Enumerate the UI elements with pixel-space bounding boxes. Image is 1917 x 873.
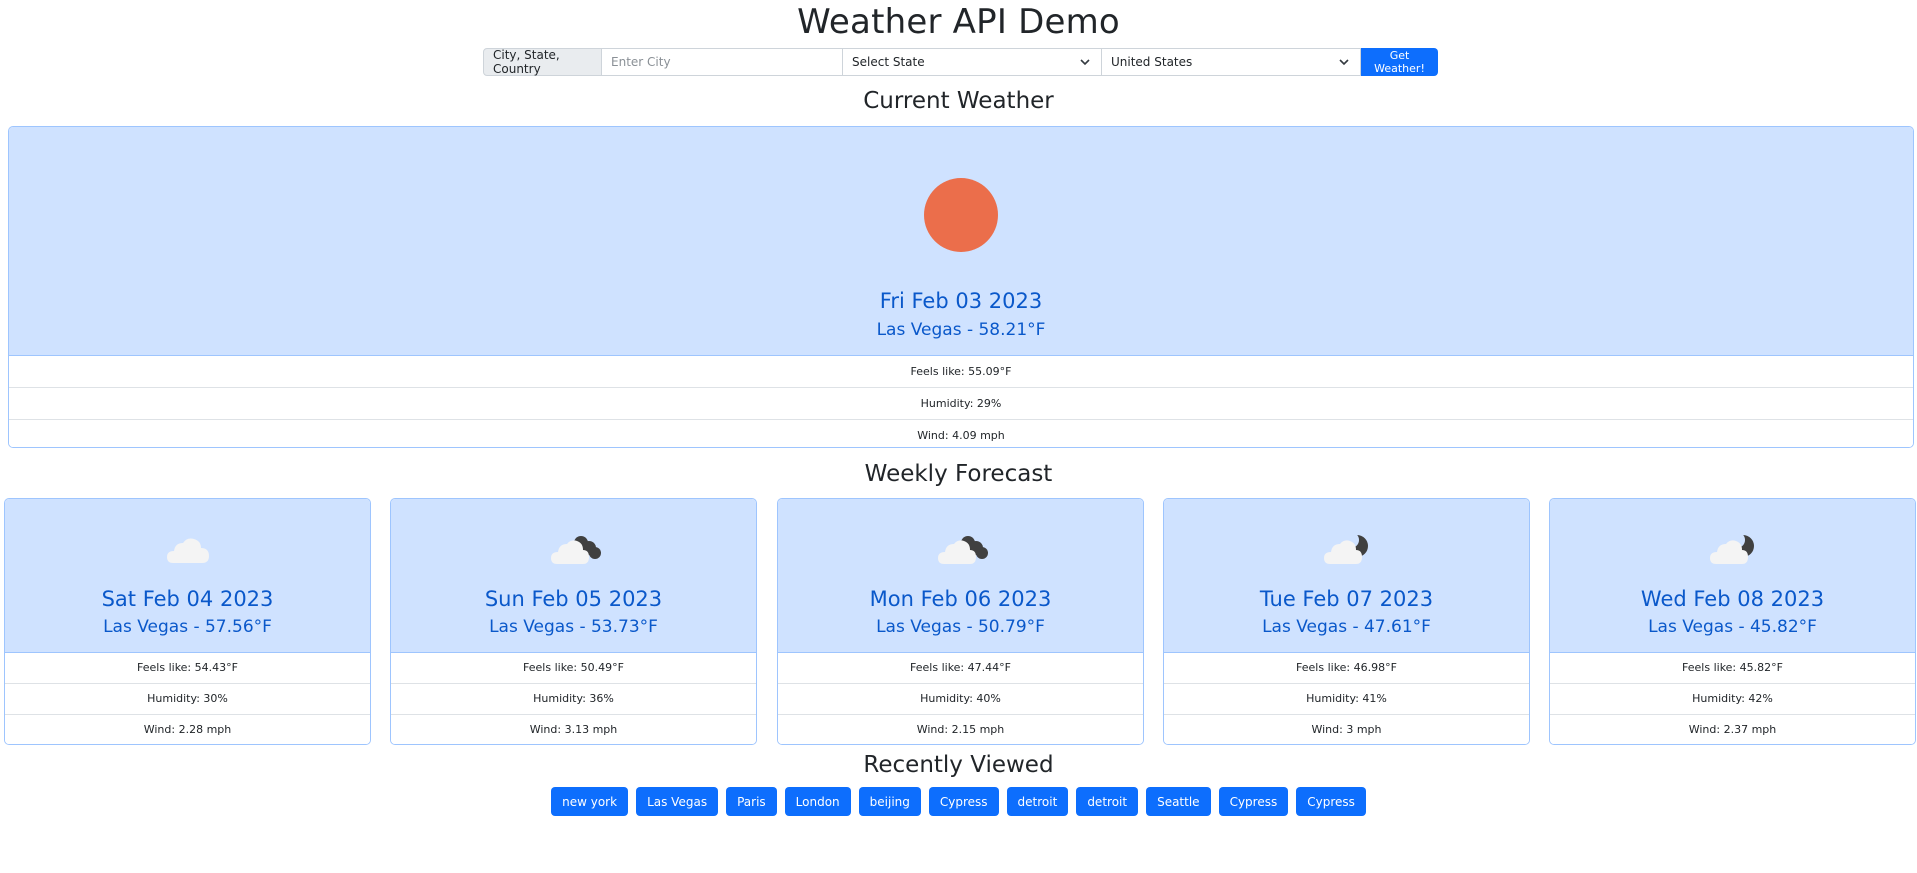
forecast-card: Wed Feb 08 2023 Las Vegas - 45.82°F Feel… <box>1549 498 1916 745</box>
forecast-card: Tue Feb 07 2023 Las Vegas - 47.61°F Feel… <box>1163 498 1530 745</box>
recent-city-button[interactable]: London <box>784 787 851 816</box>
recently-viewed-heading: Recently Viewed <box>863 752 1054 778</box>
current-humidity: Humidity: 29% <box>9 388 1913 420</box>
current-date: Fri Feb 03 2023 <box>879 289 1043 313</box>
page-title: Weather API Demo <box>797 2 1120 42</box>
forecast-wind: Wind: 2.37 mph <box>1550 715 1915 744</box>
country-select-value: United States <box>1111 55 1193 69</box>
forecast-feels-like: Feels like: 47.44°F <box>778 653 1143 684</box>
forecast-wind: Wind: 3 mph <box>1164 715 1529 744</box>
forecast-wind: Wind: 2.28 mph <box>5 715 370 744</box>
recent-city-button[interactable]: detroit <box>1076 787 1139 816</box>
sun-icon <box>924 178 998 252</box>
forecast-date: Wed Feb 08 2023 <box>1640 587 1825 611</box>
forecast-location-temp: Las Vegas - 50.79°F <box>876 617 1045 637</box>
state-select-value: Select State <box>852 55 925 69</box>
recent-city-button[interactable]: Paris <box>726 787 777 816</box>
state-select[interactable]: Select State <box>843 48 1102 76</box>
chevron-down-icon <box>1080 59 1090 66</box>
forecast-date: Sun Feb 05 2023 <box>484 587 663 611</box>
forecast-wind: Wind: 2.15 mph <box>778 715 1143 744</box>
current-wind: Wind: 4.09 mph <box>9 420 1913 447</box>
country-select[interactable]: United States <box>1102 48 1361 76</box>
forecast-humidity: Humidity: 42% <box>1550 684 1915 715</box>
search-form: City, State, Country Select State United… <box>483 48 1438 76</box>
forecast-card: Sat Feb 04 2023 Las Vegas - 57.56°F Feel… <box>4 498 371 745</box>
current-feels-like: Feels like: 55.09°F <box>9 356 1913 388</box>
forecast-wind: Wind: 3.13 mph <box>391 715 756 744</box>
forecast-feels-like: Feels like: 50.49°F <box>391 653 756 684</box>
forecast-feels-like: Feels like: 54.43°F <box>5 653 370 684</box>
forecast-feels-like: Feels like: 45.82°F <box>1550 653 1915 684</box>
forecast-card: Sun Feb 05 2023 Las Vegas - 53.73°F Feel… <box>390 498 757 745</box>
chevron-down-icon <box>1339 59 1349 66</box>
recent-city-button[interactable]: Cypress <box>928 787 999 816</box>
forecast-date: Mon Feb 06 2023 <box>869 587 1052 611</box>
forecast-location-temp: Las Vegas - 47.61°F <box>1262 617 1431 637</box>
city-input[interactable] <box>602 48 843 76</box>
forecast-date: Tue Feb 07 2023 <box>1259 587 1434 611</box>
weekly-forecast-heading: Weekly Forecast <box>864 461 1053 487</box>
forecast-location-temp: Las Vegas - 45.82°F <box>1648 617 1817 637</box>
recent-city-button[interactable]: Seattle <box>1146 787 1211 816</box>
cloud-icon <box>167 538 209 563</box>
recent-city-button[interactable]: Cypress <box>1296 787 1366 816</box>
current-weather-header: Fri Feb 03 2023 Las Vegas - 58.21°F <box>9 127 1913 356</box>
partly-cloudy-night-icon <box>1710 532 1754 564</box>
forecast-date: Sat Feb 04 2023 <box>101 587 274 611</box>
get-weather-button[interactable]: Get Weather! <box>1361 48 1438 76</box>
recently-viewed-list: new york Las Vegas Paris London beijing … <box>0 787 1917 816</box>
forecast-humidity: Humidity: 40% <box>778 684 1143 715</box>
forecast-card: Mon Feb 06 2023 Las Vegas - 50.79°F Feel… <box>777 498 1144 745</box>
forecast-humidity: Humidity: 30% <box>5 684 370 715</box>
forecast-humidity: Humidity: 41% <box>1164 684 1529 715</box>
current-weather-card: Fri Feb 03 2023 Las Vegas - 58.21°F Feel… <box>8 126 1914 448</box>
current-location-temp: Las Vegas - 58.21°F <box>876 320 1046 340</box>
partly-cloudy-night-icon <box>1324 532 1368 564</box>
forecast-location-temp: Las Vegas - 57.56°F <box>103 617 272 637</box>
forecast-feels-like: Feels like: 46.98°F <box>1164 653 1529 684</box>
search-addon-label: City, State, Country <box>483 48 602 76</box>
recent-city-button[interactable]: Las Vegas <box>636 787 719 816</box>
recent-city-button[interactable]: Cypress <box>1218 787 1289 816</box>
forecast-humidity: Humidity: 36% <box>391 684 756 715</box>
recent-city-button[interactable]: detroit <box>1006 787 1069 816</box>
forecast-location-temp: Las Vegas - 53.73°F <box>489 617 658 637</box>
current-weather-heading: Current Weather <box>863 88 1054 114</box>
cloudy-night-icon <box>938 536 988 564</box>
cloudy-night-icon <box>551 536 601 564</box>
recent-city-button[interactable]: beijing <box>858 787 921 816</box>
recent-city-button[interactable]: new york <box>551 787 629 816</box>
